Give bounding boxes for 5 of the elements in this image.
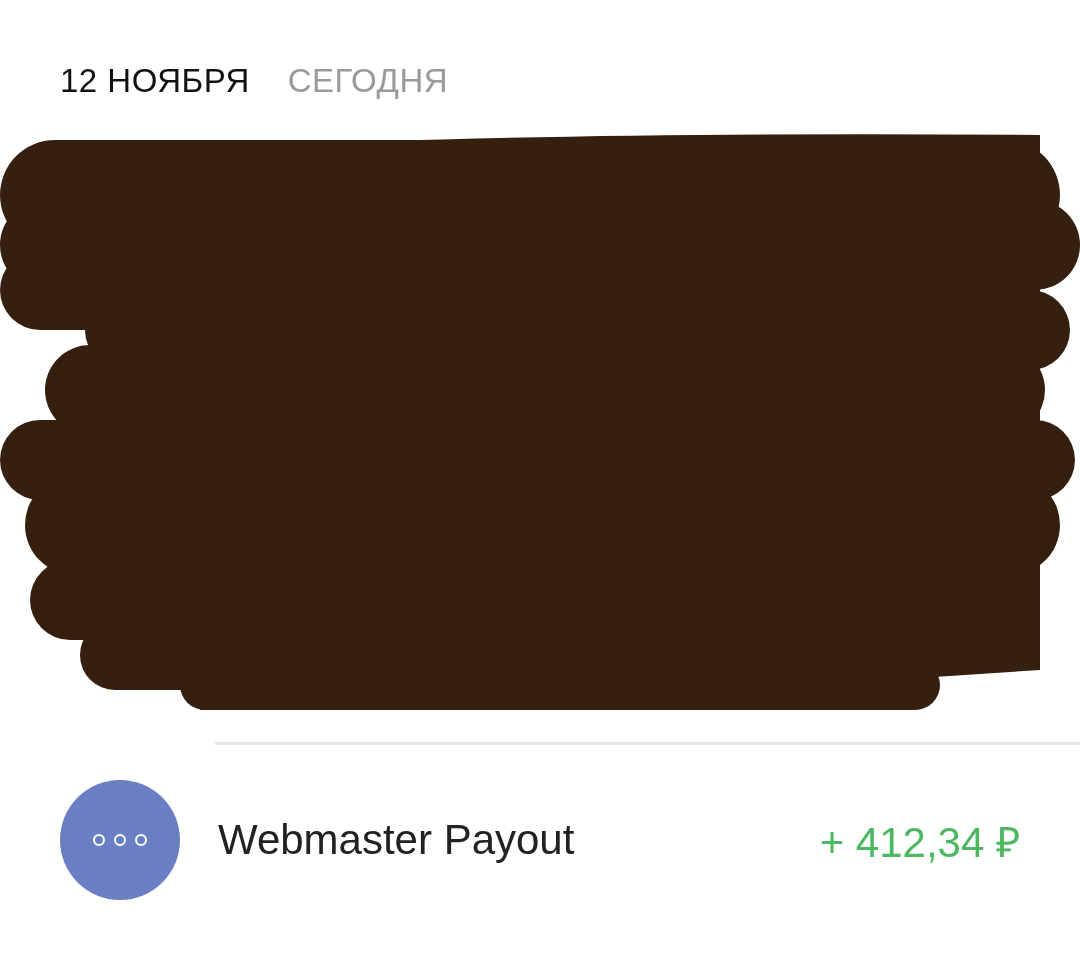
more-icon xyxy=(92,833,148,847)
transaction-title: Webmaster Payout xyxy=(218,816,576,864)
relative-date-label: СЕГОДНЯ xyxy=(287,62,449,100)
transaction-amount: + 412,34 ₽ xyxy=(819,817,1020,868)
date-label: 12 НОЯБРЯ xyxy=(60,62,250,100)
